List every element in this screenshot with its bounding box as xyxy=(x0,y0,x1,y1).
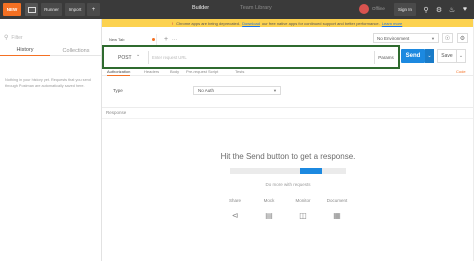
document-icon: ▦ xyxy=(333,211,341,220)
chevron-down-icon: ▼ xyxy=(273,88,277,93)
builder-tab[interactable]: Builder xyxy=(192,5,209,11)
code-link[interactable]: Code xyxy=(456,67,466,76)
notice-text: Chrome apps are being deprecated. xyxy=(176,20,241,26)
save-button[interactable]: Save xyxy=(437,49,457,63)
request-url-bar: POST ⌄ Params xyxy=(102,45,400,69)
send-dropdown-button[interactable]: ⌄ xyxy=(425,49,434,63)
auth-type-value: No Auth xyxy=(198,88,215,93)
tab-pre-request-script[interactable]: Pre-request Script xyxy=(186,67,218,76)
divider xyxy=(102,118,474,119)
monitor-label: Monitor xyxy=(295,198,311,203)
method-select[interactable]: POST ⌄ xyxy=(110,51,147,64)
response-hint: Hit the Send button to get a response. xyxy=(220,152,356,161)
tab-menu-button[interactable]: ··· xyxy=(172,34,178,45)
bell-icon[interactable]: ♨ xyxy=(446,3,458,16)
tab-tests[interactable]: Tests xyxy=(235,67,244,76)
tab-collections[interactable]: Collections xyxy=(51,45,101,56)
auth-type-select[interactable]: No Auth ▼ xyxy=(193,86,281,95)
heart-icon[interactable]: ♥ xyxy=(459,3,471,16)
search-icon[interactable]: ⚲ xyxy=(420,3,432,16)
hint-illustration-bar xyxy=(230,168,346,174)
response-label: Response xyxy=(106,110,127,115)
save-dropdown-button[interactable]: ⌄ xyxy=(457,49,466,63)
gear-icon[interactable]: ⚙ xyxy=(457,33,468,43)
mock-feature[interactable]: Mock ▤ xyxy=(258,198,280,226)
auth-type-label: Type xyxy=(113,88,123,93)
environment-select[interactable]: No Environment ▼ xyxy=(373,33,439,43)
mock-label: Mock xyxy=(263,198,275,203)
request-tab-label: New Tab xyxy=(109,37,125,42)
server-icon: ▤ xyxy=(265,211,273,220)
layout-toggle-button[interactable] xyxy=(25,3,38,16)
url-input[interactable] xyxy=(148,51,373,64)
tab-headers[interactable]: Headers xyxy=(144,67,159,76)
request-tab-row: New Tab + ··· No Environment ▼ ☉ ⚙ xyxy=(102,33,474,45)
tab-body[interactable]: Body xyxy=(170,67,179,76)
chevron-down-icon: ⌄ xyxy=(136,52,141,58)
filter-input[interactable]: ⚲ Filter xyxy=(4,33,98,42)
share-label: Share xyxy=(228,198,241,203)
deprecation-notice: ! Chrome apps are being deprecated. Down… xyxy=(102,19,474,27)
sync-status-icon[interactable] xyxy=(359,4,369,14)
environment-label: No Environment xyxy=(377,35,410,41)
new-window-button[interactable]: + xyxy=(87,3,100,16)
search-icon: ⚲ xyxy=(4,35,9,41)
divider xyxy=(102,107,474,108)
method-label: POST xyxy=(118,54,132,61)
top-toolbar: NEW Runner Import + Builder Team Library… xyxy=(0,0,474,19)
hint-illustration-button xyxy=(300,168,322,174)
response-sub-hint: Do more with requests xyxy=(265,182,311,187)
eye-icon[interactable]: ☉ xyxy=(442,33,453,43)
import-button[interactable]: Import xyxy=(65,3,85,16)
unsaved-dot-icon xyxy=(152,38,155,41)
team-library-tab[interactable]: Team Library xyxy=(240,5,272,11)
history-empty-text: Nothing in your history yet. Requests th… xyxy=(5,78,91,88)
chevron-down-icon: ▼ xyxy=(431,36,435,41)
monitor-icon: ◫ xyxy=(299,211,307,220)
notice-text-middle: our free native apps for continued suppo… xyxy=(261,20,380,26)
sidebar-tabs: History Collections xyxy=(0,45,101,56)
request-tab[interactable]: New Tab xyxy=(104,34,157,45)
offline-status: Offline xyxy=(372,6,385,11)
add-tab-button[interactable]: + xyxy=(160,34,172,45)
warning-icon: ! xyxy=(171,20,174,26)
document-feature[interactable]: Document ▦ xyxy=(326,198,348,226)
new-button[interactable]: NEW xyxy=(3,3,21,16)
share-feature[interactable]: Share ⊲ xyxy=(224,198,246,226)
learn-more-link[interactable]: Learn more xyxy=(382,21,402,26)
request-subtabs: Authorization Headers Body Pre-request S… xyxy=(102,67,474,76)
tab-authorization[interactable]: Authorization xyxy=(107,67,131,76)
two-pane-icon xyxy=(27,6,36,13)
sign-in-button[interactable]: Sign In xyxy=(394,3,416,16)
params-button[interactable]: Params xyxy=(374,51,397,64)
document-label: Document xyxy=(326,198,348,203)
send-button[interactable]: Send xyxy=(401,49,425,63)
chevron-down-icon: ⌄ xyxy=(458,53,464,59)
share-icon: ⊲ xyxy=(231,211,239,220)
gear-icon[interactable]: ⚙ xyxy=(433,3,445,16)
sidebar: ⚲ Filter History Collections Nothing in … xyxy=(0,19,102,261)
download-link[interactable]: Download xyxy=(242,21,260,26)
filter-placeholder: Filter xyxy=(11,34,23,41)
chevron-down-icon: ⌄ xyxy=(427,53,432,59)
runner-button[interactable]: Runner xyxy=(41,3,62,16)
tab-history[interactable]: History xyxy=(0,45,50,56)
monitor-feature[interactable]: Monitor ◫ xyxy=(292,198,314,226)
